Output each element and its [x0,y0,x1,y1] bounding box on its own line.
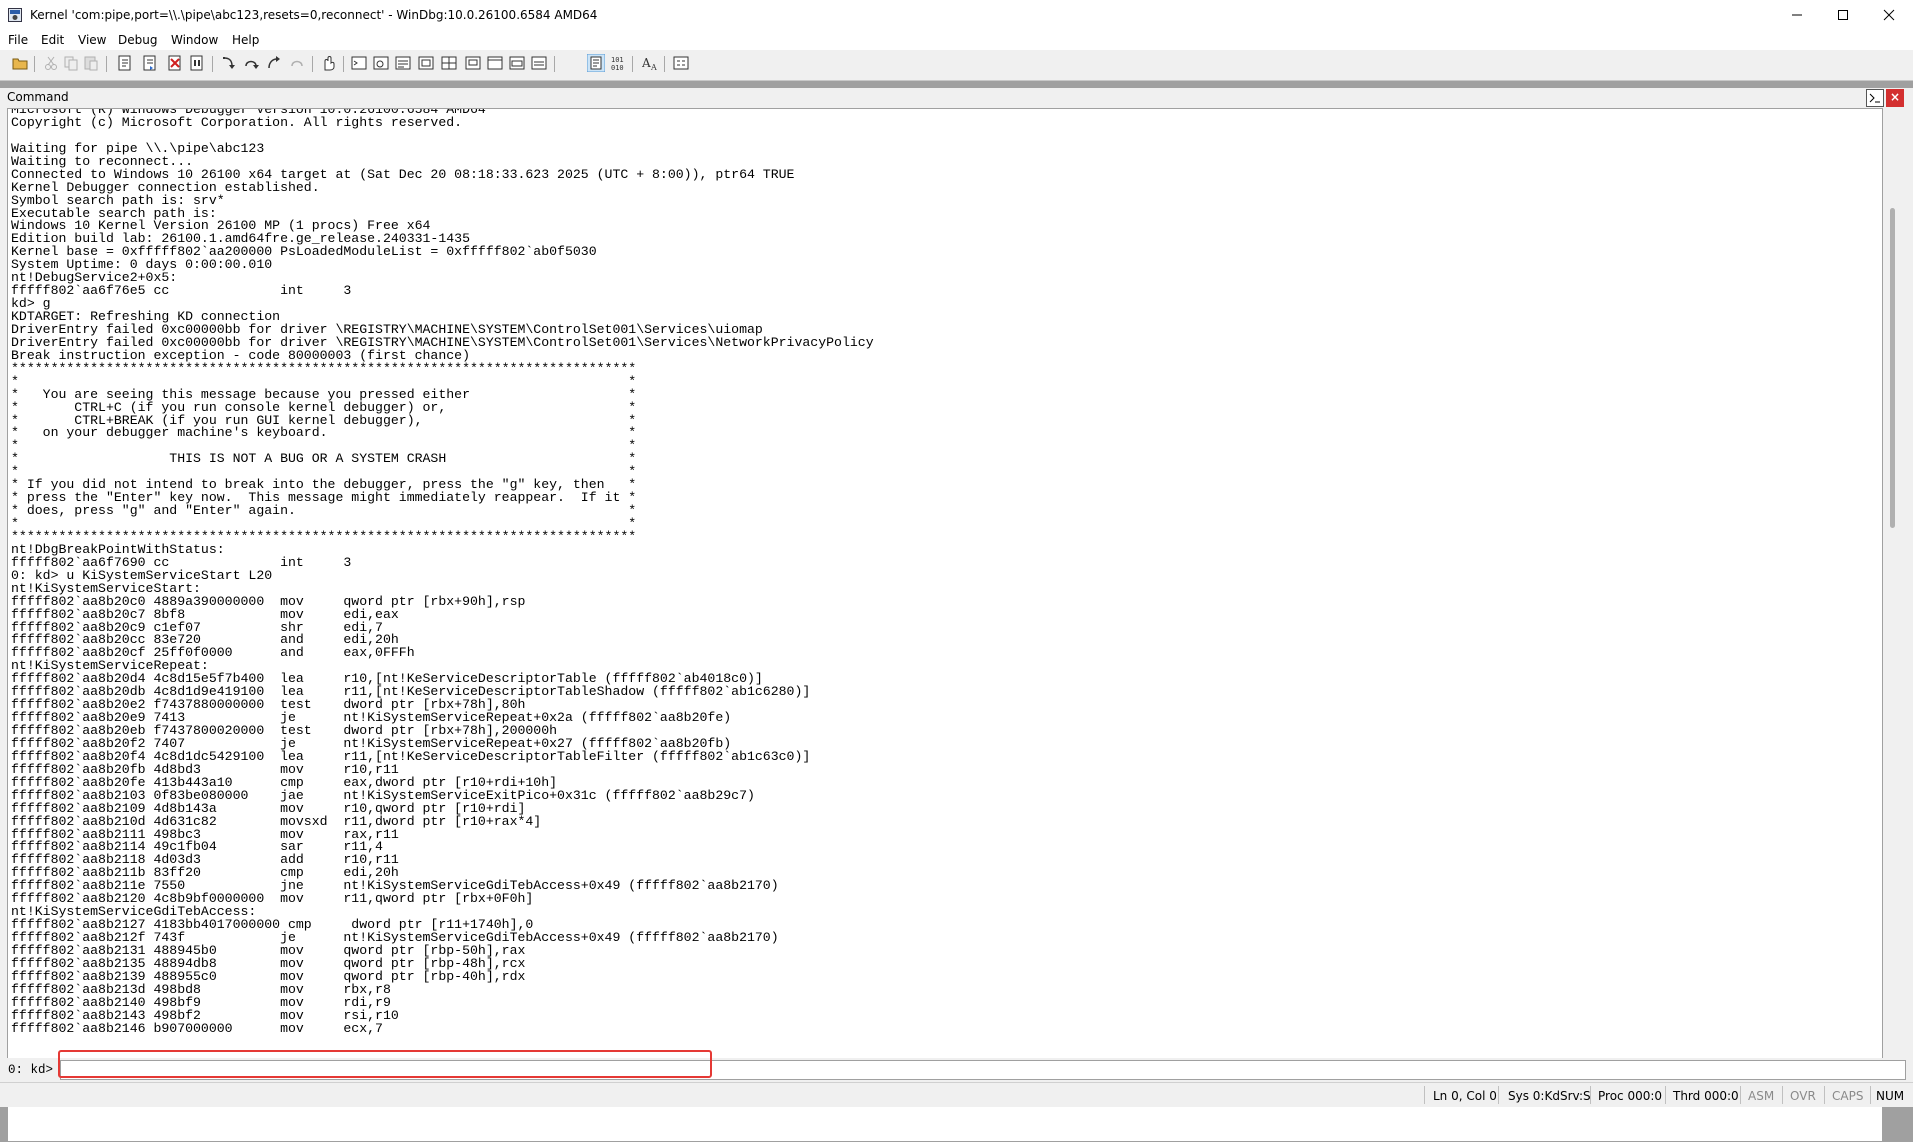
status-proc: Proc 000:0 [1598,1089,1663,1103]
command-window-close-button[interactable]: × [1886,89,1904,107]
svg-text:101: 101 [611,56,624,64]
processes-threads-icon[interactable] [530,54,548,72]
open-icon[interactable] [11,54,29,72]
command-output[interactable]: Microsoft (R) Windows Debugger Version 1… [7,108,1883,1142]
toolbar-separator [212,56,213,72]
status-ovr: OVR [1790,1089,1816,1103]
source-mode-icon[interactable] [319,54,337,72]
status-separator [1590,1086,1591,1104]
hex-mode-icon[interactable]: 101010 [610,54,628,72]
svg-text:A: A [642,56,651,70]
status-bar: Ln 0, Col 0 Sys 0:KdSrv:S Proc 000:0 Thr… [0,1082,1913,1107]
menu-debug[interactable]: Debug [118,33,157,47]
copy-icon[interactable] [62,54,80,72]
locals-icon[interactable] [394,54,412,72]
status-separator [1498,1086,1499,1104]
windbg-app-icon [8,8,22,22]
step-into-icon[interactable] [220,54,238,72]
menu-window[interactable]: Window [171,33,218,47]
status-sys: Sys 0:KdSrv:S [1508,1089,1591,1103]
menu-file[interactable]: File [8,33,28,47]
command-window-dock-button[interactable] [1866,89,1884,107]
command-output-scrollbar[interactable] [1883,108,1903,1043]
step-over-icon[interactable] [242,54,260,72]
status-thrd: Thrd 000:0 [1673,1089,1739,1103]
run-to-cursor-icon[interactable] [288,54,306,72]
watch-icon[interactable] [372,54,390,72]
menu-edit[interactable]: Edit [41,33,64,47]
menu-bar: File Edit View Debug Window Help [0,30,1913,50]
scratch-pad-icon[interactable] [508,54,526,72]
window-title: Kernel 'com:pipe,port=\\.\pipe\abc123,re… [30,8,598,22]
cut-icon[interactable] [42,54,60,72]
toolbar-separator [106,56,107,72]
toolbar-separator [312,56,313,72]
call-stack-icon[interactable] [464,54,482,72]
close-icon [1883,9,1895,21]
toolbar-separator [554,56,555,72]
step-out-icon[interactable] [264,54,282,72]
font-icon[interactable]: AA [642,54,660,72]
status-separator [1782,1086,1783,1104]
close-button[interactable] [1866,0,1912,30]
registers-icon[interactable] [417,54,435,72]
toolbar-separator [664,56,665,72]
status-separator [1870,1086,1871,1104]
scrollbar-thumb[interactable] [1890,208,1895,528]
status-caps: CAPS [1832,1089,1864,1103]
minimize-icon [1792,14,1802,16]
status-separator [1740,1086,1741,1104]
command-window-title: Command [7,90,69,104]
maximize-button[interactable] [1820,0,1866,30]
console-icon [1869,93,1880,103]
disassembly-icon[interactable] [486,54,504,72]
command-output-text: Microsoft (R) Windows Debugger Version 1… [11,108,874,1036]
menu-view[interactable]: View [78,33,106,47]
status-separator [1824,1086,1825,1104]
go-icon[interactable] [116,54,134,72]
menu-help[interactable]: Help [232,33,259,47]
close-icon: × [1889,90,1901,104]
status-num: NUM [1876,1089,1905,1103]
toolbar-separator [34,56,35,72]
title-bar: Kernel 'com:pipe,port=\\.\pipe\abc123,re… [0,0,1913,30]
status-asm: ASM [1748,1089,1775,1103]
status-separator [1665,1086,1666,1104]
command-window-header: Command × [0,88,1913,108]
options-icon[interactable] [672,54,690,72]
toolbar: 101 010 AA [0,50,1913,81]
svg-text:010: 010 [611,64,624,72]
minimize-button[interactable] [1774,0,1820,30]
stop-debugging-icon[interactable] [166,54,184,72]
restart-icon[interactable] [141,54,159,72]
svg-text:A: A [650,63,657,72]
source-mode-on-icon[interactable] [587,54,605,72]
toolbar-separator [632,56,633,72]
command-input-area: 0: kd> [0,1058,1913,1082]
memory-icon[interactable] [440,54,458,72]
toolbar-separator [343,56,344,72]
kd-prompt-label: 0: kd> [8,1063,54,1077]
command-icon[interactable] [350,54,368,72]
status-separator [1424,1086,1425,1104]
status-line-col: Ln 0, Col 0 [1433,1089,1497,1103]
command-input[interactable] [60,1060,1906,1080]
paste-icon[interactable] [82,54,100,72]
command-window: Command × Microsoft (R) Windows Debugger… [0,88,1913,1142]
break-icon[interactable] [188,54,206,72]
mdi-background [0,81,1913,88]
maximize-icon [1838,10,1848,20]
